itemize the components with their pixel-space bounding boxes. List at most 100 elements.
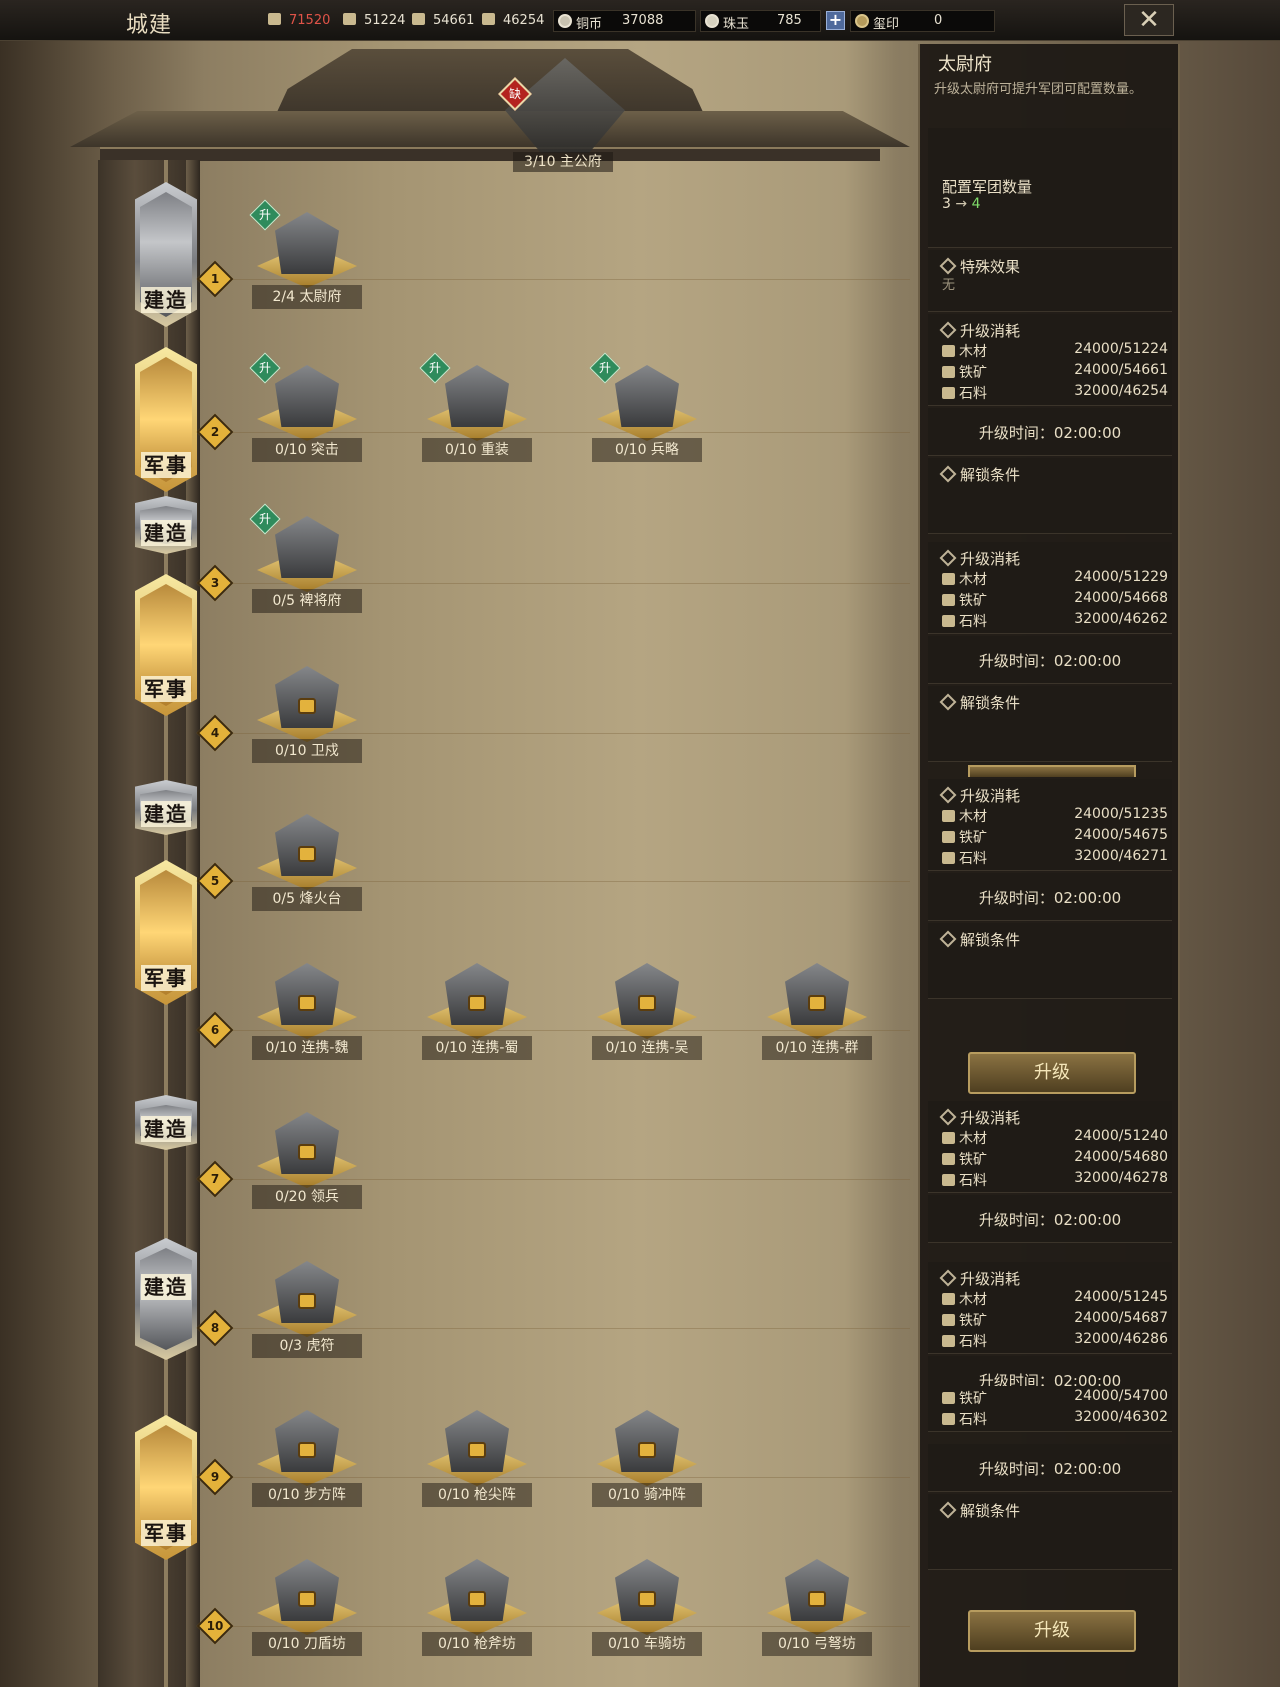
row-number: 2 [196,413,234,451]
unlock-block: 解锁条件 [928,1494,1172,1570]
wood-resource: 51224 [343,13,405,28]
tier-military-4: 军事 [135,1415,197,1560]
building-alliance-qun[interactable]: 0/10 连携-群 [762,947,872,1060]
iron-icon [942,594,955,606]
diamond-icon [939,549,957,567]
config-block: 配置军团数量 3 → 4 [928,128,1172,248]
lock-icon [808,995,826,1011]
upgrade-button-edge [968,765,1136,777]
tier-build-5: 建造 [135,1238,197,1360]
row-number: 5 [196,862,234,900]
building-alliance-wu[interactable]: 0/10 连携-吴 [592,947,702,1060]
row-number: 6 [196,1011,234,1049]
tier-build-1: 建造 [135,182,197,327]
iron-resource: 54661 [412,13,474,28]
building-heavy-armor[interactable]: 升 0/10 重装 [419,349,532,462]
stone-icon [942,615,955,627]
diamond-icon [939,693,957,711]
building-cavalry-charge[interactable]: 0/10 骑冲阵 [592,1394,702,1507]
wood-icon [942,1293,955,1305]
diamond-icon [939,786,957,804]
wood-icon [942,1132,955,1144]
page-title: 城建 [126,13,173,38]
lock-icon [298,698,316,714]
wood-icon [343,13,356,25]
jade-field: 珠玉 785 [700,10,821,32]
lock-icon [298,1144,316,1160]
upgrade-time-block: 升级时间：02:00:00 [928,636,1172,684]
diamond-icon [939,465,957,483]
detail-panel: 太尉府 升级太尉府可提升军团可配置数量。 配置军团数量 3 → 4 特殊效果 无… [918,44,1180,1687]
stone-icon [942,387,955,399]
add-jade-button[interactable]: + [826,11,845,30]
iron-icon [942,1153,955,1165]
grain-icon [268,13,281,25]
stone-icon [942,1335,955,1347]
lock-icon [638,995,656,1011]
lock-icon [468,1442,486,1458]
upgrade-button[interactable]: 升级 [968,1052,1136,1094]
upgrade-cost-block: 升级消耗 木材 24000/51245 铁矿 24000/54687 石料 32000… [928,1262,1172,1354]
roof-beam [100,147,880,161]
main-mansion-label: 3/10 主公府 [513,152,613,172]
seal-icon [855,14,869,28]
upgrade-time-block: 升级时间：02:00:00 [928,873,1172,921]
upgrade-time-block: 升级时间：02:00:00 [928,1195,1172,1243]
config-change: 3 → 4 [942,196,981,212]
stone-icon [482,13,495,25]
lock-icon [298,995,316,1011]
jade-icon [705,14,719,28]
copper-field: 铜币 37088 [553,10,696,32]
building-beacon-tower[interactable]: 0/5 烽火台 [252,798,362,911]
row-number: 10 [196,1607,234,1645]
building-chariot-workshop[interactable]: 0/10 车骑坊 [592,1543,702,1656]
upgrade-available-icon: 升 [589,352,621,384]
row-number: 9 [196,1458,234,1496]
copper-coin-icon [558,14,572,28]
upgrade-cost-block-partial: 铁矿 24000/54700 石料 32000/46302 [928,1386,1172,1432]
building-spear-axe-workshop[interactable]: 0/10 枪斧坊 [422,1543,532,1656]
building-infantry-square[interactable]: 0/10 步方阵 [252,1394,362,1507]
close-button[interactable]: ✕ [1124,4,1174,36]
building-crossbow-workshop[interactable]: 0/10 弓弩坊 [762,1543,872,1656]
building-command[interactable]: 0/20 领兵 [252,1096,362,1209]
building-spear-formation[interactable]: 0/10 枪尖阵 [422,1394,532,1507]
row-number: 7 [196,1160,234,1198]
building-garrison[interactable]: 0/10 卫戍 [252,650,362,763]
iron-icon [942,831,955,843]
wood-icon [942,810,955,822]
tier-military-3: 军事 [135,860,197,1005]
tier-build-4: 建造 [135,1095,197,1150]
diamond-icon [939,1108,957,1126]
stone-resource: 46254 [482,13,544,28]
row-number: 8 [196,1309,234,1347]
building-assault[interactable]: 升 0/10 突击 [249,349,362,462]
building-taiwei-fu[interactable]: 升 2/4 太尉府 [249,196,362,309]
stone-icon [942,852,955,864]
palace-roof [70,41,910,176]
lock-icon [808,1591,826,1607]
grain-resource: 71520 [268,13,330,28]
upgrade-available-icon: 升 [249,199,281,231]
top-bar: 城建 71520 51224 54661 46254 铜币 37088 珠玉 7… [0,0,1280,41]
wood-icon [942,345,955,357]
lock-icon [638,1442,656,1458]
building-sword-shield-workshop[interactable]: 0/10 刀盾坊 [252,1543,362,1656]
upgrade-available-icon: 升 [249,352,281,384]
upgrade-cost-block: 升级消耗 木材 24000/51224 铁矿 24000/54661 石料 32000… [928,314,1172,406]
building-lieutenant-fu[interactable]: 升 0/5 裨将府 [249,500,362,613]
lock-icon [298,1293,316,1309]
lock-icon [298,1591,316,1607]
iron-icon [942,1314,955,1326]
upgrade-cost-block: 升级消耗 木材 24000/51229 铁矿 24000/54668 石料 32000… [928,542,1172,634]
tier-military-2: 军事 [135,574,197,716]
lock-icon [298,1442,316,1458]
building-alliance-wei[interactable]: 0/10 连携-魏 [252,947,362,1060]
upgrade-time-block: 升级时间：02:00:00 [928,1444,1172,1492]
building-tiger-tally[interactable]: 0/3 虎符 [252,1245,362,1358]
upgrade-button[interactable]: 升级 [968,1610,1136,1652]
seal-field: 玺印 0 [850,10,995,32]
building-tactics[interactable]: 升 0/10 兵略 [589,349,702,462]
building-alliance-shu[interactable]: 0/10 连携-蜀 [422,947,532,1060]
lock-icon [468,1591,486,1607]
